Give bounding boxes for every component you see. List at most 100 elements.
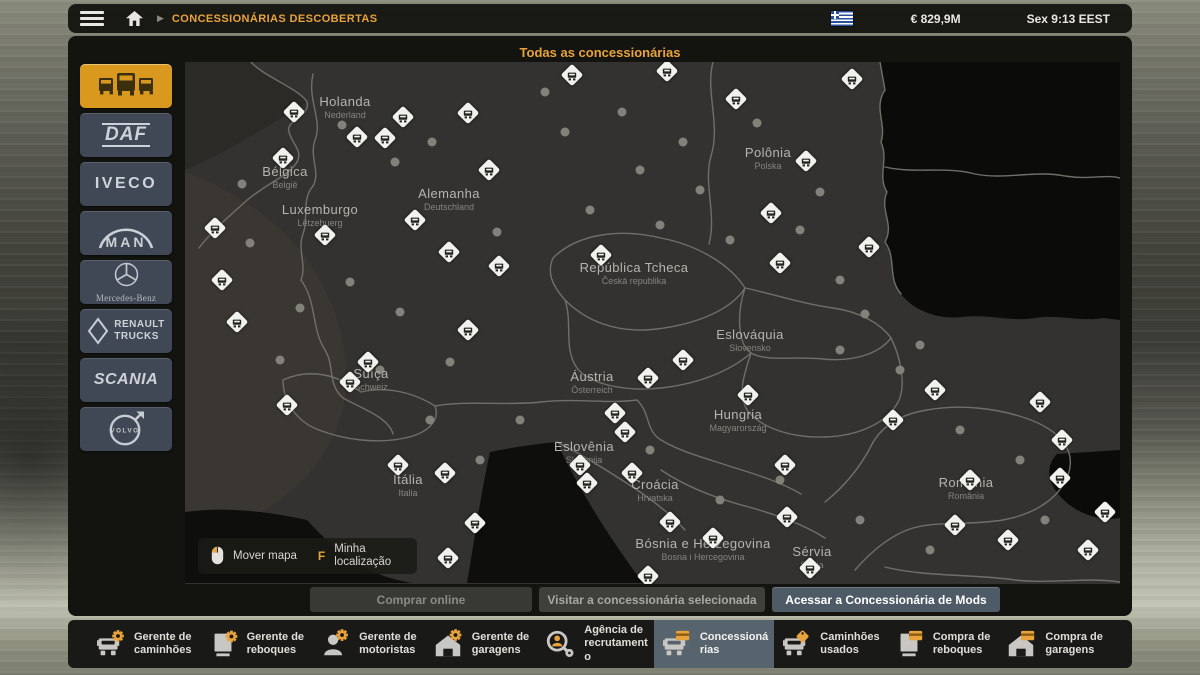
brand-filter-scania[interactable]: SCANIA (80, 358, 172, 402)
trailer-gear-icon (207, 628, 239, 660)
city-dot (246, 239, 255, 248)
toolbar-item-label: Caminhões usados (820, 631, 879, 657)
garage-gear-icon (432, 628, 464, 660)
svg-text:VOLVO: VOLVO (110, 428, 139, 435)
mercedes-benz-logo: Mercedes-Benz (96, 262, 156, 303)
menu-icon[interactable] (80, 11, 104, 26)
breadcrumb-chevron-icon: ▶ (157, 13, 164, 24)
city-dot (586, 206, 595, 215)
city-dot (428, 138, 437, 147)
city-dot (836, 346, 845, 355)
toolbar-item-label: Compra de reboques (933, 631, 990, 657)
city-dot (679, 138, 688, 147)
city-dot (716, 496, 725, 505)
brand-filter-sidebar: DAF IVECO MAN Mercedes-Benz RENAULTTRUCKS… (80, 64, 172, 456)
city-dot (926, 546, 935, 555)
brand-filter-mercedes[interactable]: Mercedes-Benz (80, 260, 172, 304)
brand-filter-volvo[interactable]: VOLVO (80, 407, 172, 451)
brand-filter-daf[interactable]: DAF (80, 113, 172, 157)
toolbar-item-trailer-purchase[interactable]: Compra de reboques (887, 620, 1000, 668)
money-balance: € 829,9M (911, 12, 961, 26)
renault-trucks-logo: RENAULTTRUCKS (87, 317, 165, 345)
city-dot (1041, 516, 1050, 525)
toolbar-item-label: Compra de garagens (1045, 631, 1102, 657)
toolbar-item-recruitment-agency[interactable]: Agência de recrutament o (538, 620, 654, 668)
city-dot (476, 456, 485, 465)
city-dot (391, 158, 400, 167)
city-dot (618, 108, 627, 117)
toolbar-item-label: Concessioná rias (700, 631, 768, 657)
city-dot (516, 416, 525, 425)
map-hint-overlay: Mover mapa F Minha localização (198, 538, 417, 574)
city-dot (856, 516, 865, 525)
map-borders (185, 62, 1120, 584)
top-bar: ▶ CONCESSIONÁRIAS DESCOBERTAS € 829,9M S… (68, 4, 1132, 33)
f-key-hint: F (318, 549, 325, 563)
toolbar-item-label: Gerente de motoristas (359, 631, 416, 657)
toolbar-item-label: Gerente de caminhões (134, 631, 191, 657)
truck-tag-icon (780, 628, 812, 660)
svg-text:MAN: MAN (106, 234, 147, 250)
garage-card-icon (1005, 628, 1037, 660)
city-dot (493, 228, 502, 237)
man-logo: MAN (91, 217, 161, 250)
toolbar-item-dealers[interactable]: Concessioná rias (654, 620, 774, 668)
city-dot (753, 119, 762, 128)
truck-gear-icon (94, 628, 126, 660)
city-dot (696, 186, 705, 195)
city-dot (896, 366, 905, 375)
toolbar-item-garage-purchase[interactable]: Compra de garagens (999, 620, 1112, 668)
city-dot (956, 426, 965, 435)
city-dot (656, 221, 665, 230)
daf-logo: DAF (102, 123, 150, 147)
toolbar-item-garage-manager[interactable]: Gerente de garagens (426, 620, 539, 668)
city-dot (376, 366, 385, 375)
breadcrumb: CONCESSIONÁRIAS DESCOBERTAS (172, 13, 378, 25)
management-toolbar: Gerente de caminhões Gerente de reboques G… (68, 620, 1132, 668)
city-dot (816, 188, 825, 197)
move-map-label: Mover mapa (233, 550, 297, 562)
page-title: Todas as concessionárias (68, 45, 1132, 60)
city-dot (561, 128, 570, 137)
city-dot (916, 341, 925, 350)
my-location-label: Minha localização (334, 543, 404, 569)
city-dot (636, 166, 645, 175)
mouse-icon (211, 546, 224, 565)
toolbar-item-label: Agência de recrutament o (584, 624, 648, 664)
brand-filter-all[interactable] (80, 64, 172, 108)
city-dot (1016, 456, 1025, 465)
volvo-logo: VOLVO (106, 409, 146, 449)
trailer-card-icon (893, 628, 925, 660)
toolbar-item-trailer-manager[interactable]: Gerente de reboques (201, 620, 314, 668)
all-brands-trucks-icon (94, 66, 158, 106)
map[interactable]: HolandaNederlandBélgicaBelgiëLuxemburgoL… (185, 62, 1120, 584)
iveco-logo: IVECO (95, 175, 157, 193)
toolbar-item-label: Gerente de garagens (472, 631, 529, 657)
brand-filter-man[interactable]: MAN (80, 211, 172, 255)
recruit-search-icon (544, 628, 576, 660)
brand-filter-iveco[interactable]: IVECO (80, 162, 172, 206)
brand-filter-renault[interactable]: RENAULTTRUCKS (80, 309, 172, 353)
city-dot (396, 308, 405, 317)
home-icon[interactable] (126, 11, 143, 26)
toolbar-item-truck-manager[interactable]: Gerente de caminhões (88, 620, 201, 668)
city-dot (836, 276, 845, 285)
city-dot (238, 180, 247, 189)
action-buttons-row: Comprar online Visitar a concessionária … (310, 587, 1000, 612)
city-dot (446, 358, 455, 367)
greece-flag-icon[interactable] (831, 11, 853, 26)
city-dot (541, 88, 550, 97)
city-dot (646, 446, 655, 455)
city-dot (338, 121, 347, 130)
toolbar-item-used-trucks[interactable]: Caminhões usados (774, 620, 887, 668)
city-dot (346, 278, 355, 287)
mods-dealer-button[interactable]: Acessar a Concessionária de Mods (772, 587, 1000, 612)
toolbar-item-driver-manager[interactable]: Gerente de motoristas (313, 620, 426, 668)
city-dot (776, 476, 785, 485)
driver-gear-icon (319, 628, 351, 660)
city-dot (861, 310, 870, 319)
city-dot (296, 304, 305, 313)
buy-online-button[interactable]: Comprar online (310, 587, 532, 612)
scania-logo: SCANIA (94, 371, 158, 389)
visit-selected-dealer-button[interactable]: Visitar a concessionária selecionada (539, 587, 765, 612)
